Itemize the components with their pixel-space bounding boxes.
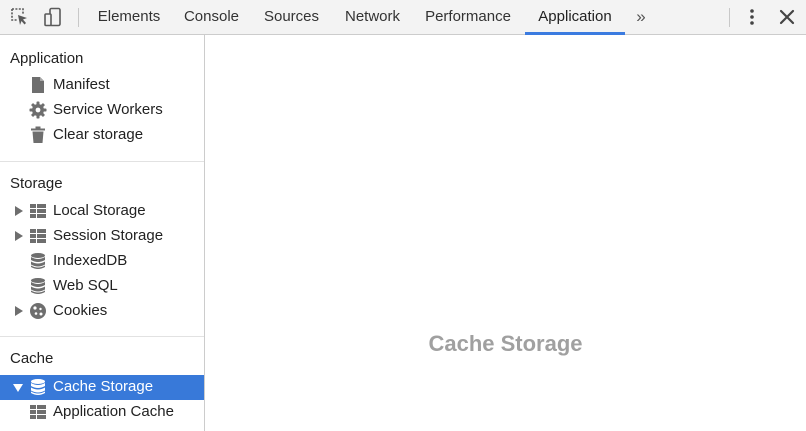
grid-icon	[29, 403, 47, 421]
sidebar-item-web-sql[interactable]: Web SQL	[0, 274, 204, 299]
devtools-toolbar: Elements Console Sources Network Perform…	[0, 0, 806, 35]
sidebar-item-cookies[interactable]: Cookies	[0, 299, 204, 324]
sidebar-item-label: IndexedDB	[53, 252, 128, 269]
empty-state-title: Cache Storage	[428, 331, 583, 356]
sidebar-item-label: Local Storage	[53, 202, 146, 219]
tab-elements[interactable]: Elements	[89, 0, 169, 35]
tab-sources[interactable]: Sources	[255, 0, 328, 35]
section-title-cache: Cache	[10, 350, 54, 367]
sidebar-item-local-storage[interactable]: Local Storage	[0, 199, 204, 224]
tab-console[interactable]: Console	[175, 0, 248, 35]
sidebar-item-indexeddb[interactable]: IndexedDB	[0, 249, 204, 274]
grid-icon	[29, 227, 47, 245]
toolbar-separator	[729, 8, 730, 27]
trash-icon	[29, 126, 47, 144]
sidebar-item-clear-storage[interactable]: Clear storage	[0, 123, 204, 148]
sidebar-item-label: Application Cache	[53, 403, 174, 420]
sidebar-item-service-workers[interactable]: Service Workers	[0, 98, 204, 123]
expand-arrow-icon[interactable]	[15, 206, 23, 216]
sidebar-item-label: Manifest	[53, 76, 110, 93]
section-title-application: Application	[10, 50, 84, 67]
section-divider	[0, 336, 204, 337]
collapse-arrow-icon[interactable]	[13, 384, 23, 392]
database-icon	[29, 378, 47, 396]
sidebar-item-application-cache[interactable]: Application Cache	[0, 400, 204, 425]
inspect-element-icon[interactable]	[10, 7, 30, 27]
tab-network[interactable]: Network	[334, 0, 411, 35]
more-tabs-icon[interactable]: »	[630, 0, 652, 34]
database-icon	[29, 252, 47, 270]
tab-performance[interactable]: Performance	[417, 0, 519, 35]
database-icon	[29, 277, 47, 295]
main-panel: Cache Storage	[205, 35, 806, 431]
grid-icon	[29, 202, 47, 220]
section-title-storage: Storage	[10, 175, 63, 192]
expand-arrow-icon[interactable]	[15, 231, 23, 241]
sidebar-item-label: Service Workers	[53, 101, 163, 118]
sidebar-item-label: Cache Storage	[53, 378, 154, 395]
sidebar-item-label: Web SQL	[53, 277, 118, 294]
cookie-icon	[29, 302, 47, 320]
gear-icon	[29, 101, 47, 119]
sidebar-item-cache-storage[interactable]: Cache Storage	[0, 375, 204, 400]
sidebar-item-label: Cookies	[53, 302, 108, 319]
section-divider	[0, 161, 204, 162]
application-sidebar: Application Manifest Service Workers Cle…	[0, 35, 205, 431]
close-icon[interactable]	[777, 7, 797, 27]
tab-application[interactable]: Application	[525, 0, 625, 35]
file-icon	[29, 76, 47, 94]
sidebar-item-session-storage[interactable]: Session Storage	[0, 224, 204, 249]
toolbar-separator	[78, 8, 79, 27]
device-toolbar-icon[interactable]	[43, 7, 63, 27]
sidebar-item-label: Clear storage	[53, 126, 144, 143]
sidebar-item-label: Session Storage	[53, 227, 164, 244]
sidebar-item-manifest[interactable]: Manifest	[0, 73, 204, 98]
kebab-menu-icon[interactable]	[742, 7, 762, 27]
expand-arrow-icon[interactable]	[15, 306, 23, 316]
